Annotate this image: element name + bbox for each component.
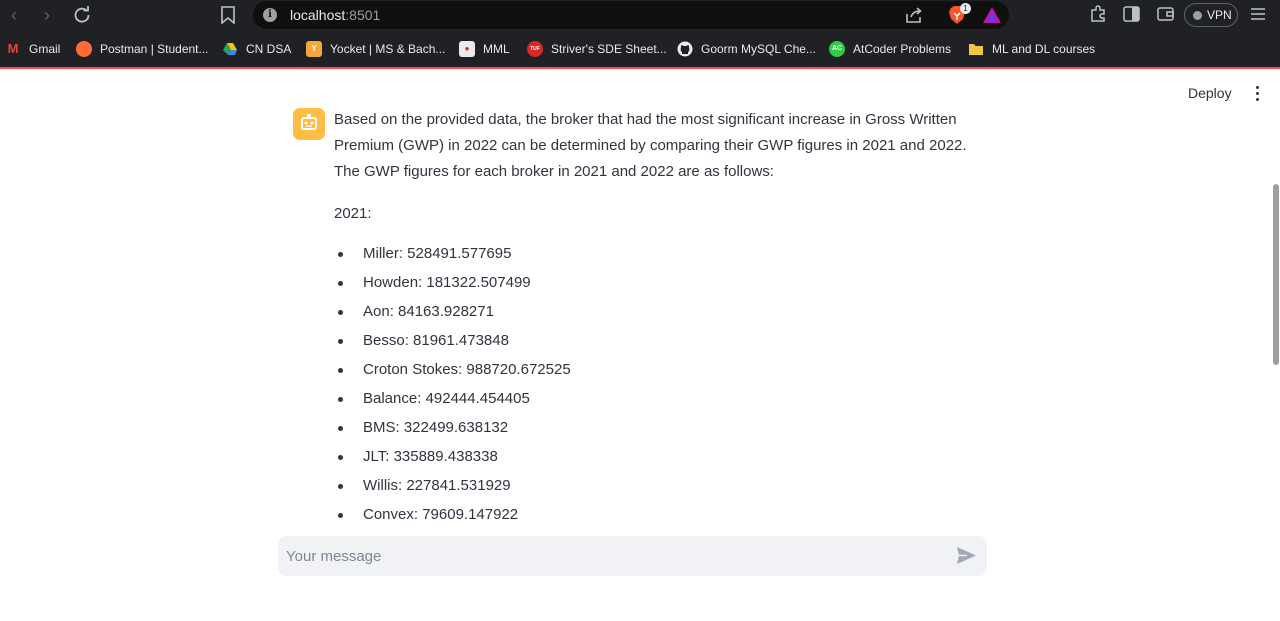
message-year-heading: 2021:	[334, 205, 372, 222]
site-info-icon[interactable]: i	[263, 8, 277, 22]
message-intro: Based on the provided data, the broker t…	[334, 111, 967, 180]
extensions-icon[interactable]	[1089, 5, 1107, 23]
wallet-icon[interactable]	[1157, 6, 1174, 22]
github-icon	[677, 41, 693, 57]
bookmark-label: CN DSA	[246, 42, 292, 56]
bookmark-label: ML and DL courses	[992, 42, 1096, 56]
list-item: Miller: 528491.577695	[334, 243, 994, 272]
brave-badge: 1	[960, 3, 971, 14]
assistant-message: Based on the provided data, the broker t…	[334, 107, 994, 521]
bookmark-gmail[interactable]: M Gmail	[5, 39, 61, 59]
list-item: Convex: 79609.147922	[334, 504, 994, 521]
bookmark-striver[interactable]: TUF Striver's SDE Sheet...	[527, 39, 667, 59]
app-decoration-bar	[0, 67, 1280, 69]
url-host: localhost	[290, 7, 346, 23]
list-item: JLT: 335889.438338	[334, 446, 994, 475]
vpn-status-icon	[1193, 11, 1202, 20]
url-text[interactable]: localhost:8501	[290, 7, 380, 23]
chat-input-container	[278, 536, 987, 576]
bookmark-label: Goorm MySQL Che...	[701, 42, 816, 56]
gmail-icon: M	[7, 41, 19, 56]
tuf-icon: TUF	[527, 41, 543, 57]
bookmark-label: Gmail	[29, 42, 61, 56]
vpn-button[interactable]: VPN	[1184, 3, 1238, 27]
bookmark-yocket[interactable]: Y Yocket | MS & Bach...	[306, 39, 445, 59]
scrollbar-thumb[interactable]	[1273, 184, 1279, 365]
list-item: Willis: 227841.531929	[334, 475, 994, 504]
list-item: Balance: 492444.454405	[334, 388, 994, 417]
bookmark-label: Yocket | MS & Bach...	[330, 42, 446, 56]
yocket-icon: Y	[306, 41, 322, 57]
assistant-avatar	[293, 108, 325, 140]
deploy-button[interactable]: Deploy	[1180, 83, 1240, 103]
list-item: BMS: 322499.638132	[334, 417, 994, 446]
bookmark-label: Striver's SDE Sheet...	[551, 42, 667, 56]
back-icon[interactable]: ‹	[4, 5, 24, 25]
bookmark-label: Postman | Student...	[100, 42, 209, 56]
postman-icon	[76, 41, 92, 57]
bookmark-label: AtCoder Problems	[853, 42, 952, 56]
broker-list: Miller: 528491.577695 Howden: 181322.507…	[334, 243, 994, 521]
chat-input[interactable]	[286, 536, 936, 576]
bookmarks-bar: M Gmail Postman | Student... CN DSA Y Yo…	[0, 30, 1280, 67]
url-port: :8501	[345, 7, 381, 23]
bookmark-atcoder[interactable]: AC AtCoder Problems	[829, 39, 951, 59]
send-icon[interactable]	[956, 546, 977, 565]
list-item: Croton Stokes: 988720.672525	[334, 359, 994, 388]
list-item: Howden: 181322.507499	[334, 272, 994, 301]
bookmark-cn-dsa[interactable]: CN DSA	[222, 39, 291, 59]
bookmark-postman[interactable]: Postman | Student...	[76, 39, 209, 59]
atcoder-icon: AC	[829, 41, 845, 57]
browser-toolbar: ‹ › i localhost:8501 1 VPN	[0, 0, 1280, 30]
main-menu-icon[interactable]	[1249, 83, 1265, 103]
sidebar-icon[interactable]	[1123, 6, 1140, 22]
address-bar[interactable]: i localhost:8501 1	[253, 1, 1009, 29]
brave-rewards-icon[interactable]	[982, 6, 1002, 24]
bookmark-goorm[interactable]: Goorm MySQL Che...	[677, 39, 816, 59]
folder-icon	[969, 44, 983, 55]
mml-icon: ●	[459, 41, 475, 57]
list-item: Aon: 84163.928271	[334, 301, 994, 330]
vpn-label: VPN	[1207, 8, 1232, 22]
reload-icon[interactable]	[72, 5, 92, 25]
list-item: Besso: 81961.473848	[334, 330, 994, 359]
bookmark-mml[interactable]: ● MML	[459, 39, 510, 59]
bookmark-icon[interactable]	[220, 6, 236, 24]
bookmark-ml-dl[interactable]: ML and DL courses	[968, 39, 1095, 59]
share-icon[interactable]	[905, 6, 923, 24]
hamburger-menu-icon[interactable]	[1250, 6, 1266, 22]
google-drive-icon	[223, 43, 237, 55]
bookmark-label: MML	[483, 42, 510, 56]
bot-icon	[301, 114, 317, 130]
forward-icon[interactable]: ›	[37, 5, 57, 25]
